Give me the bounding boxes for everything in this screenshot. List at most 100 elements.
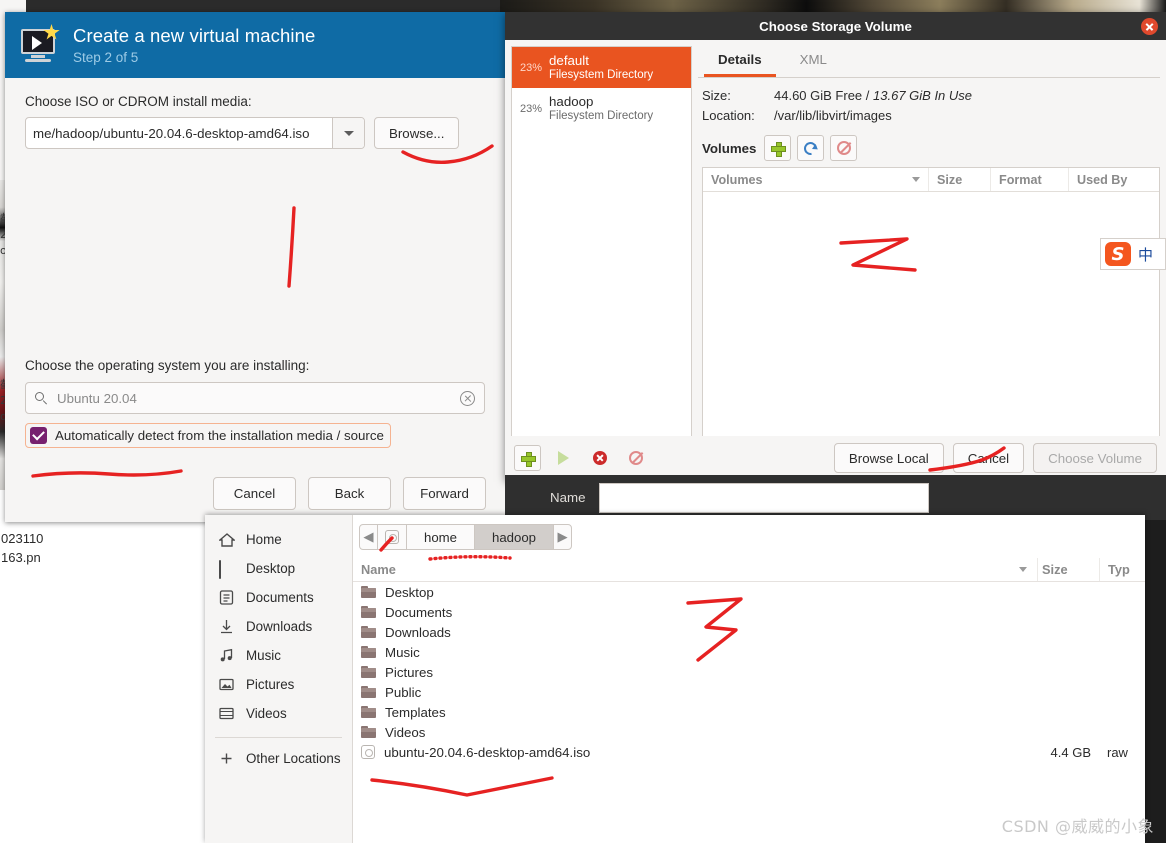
breadcrumb-home[interactable]: home bbox=[406, 524, 475, 550]
list-item[interactable]: Documents bbox=[353, 602, 1145, 622]
add-volume-button[interactable] bbox=[764, 135, 791, 161]
downloads-icon bbox=[219, 619, 235, 634]
column-header-used-by[interactable]: Used By bbox=[1069, 168, 1159, 191]
size-row: Size: 44.60 GiB Free / 13.67 GiB In Use bbox=[702, 88, 1160, 103]
back-arrow-icon[interactable]: ◀ bbox=[359, 524, 378, 550]
tab-xml[interactable]: XML bbox=[786, 46, 841, 77]
column-label: Name bbox=[361, 562, 396, 577]
sidebar-item-label: Documents bbox=[246, 590, 314, 605]
chevron-down-icon bbox=[344, 131, 354, 136]
pool-type: Filesystem Directory bbox=[549, 68, 653, 82]
column-header-volumes[interactable]: Volumes bbox=[703, 168, 929, 191]
list-item[interactable]: ubuntu-20.04.6-desktop-amd64.iso 4.4 GB … bbox=[353, 742, 1145, 762]
size-label: Size: bbox=[702, 88, 774, 103]
autodetect-label: Automatically detect from the installati… bbox=[55, 428, 384, 443]
column-header-name[interactable]: Name bbox=[353, 562, 1037, 577]
sidebar-item-other-locations[interactable]: Other Locations bbox=[205, 744, 352, 773]
delete-pool-button[interactable] bbox=[622, 445, 649, 471]
disc-icon[interactable] bbox=[377, 524, 407, 550]
sidebar-item-pictures[interactable]: Pictures bbox=[205, 670, 352, 699]
column-header-type[interactable]: Typ bbox=[1099, 558, 1145, 581]
tab-details[interactable]: Details bbox=[704, 46, 776, 77]
close-icon[interactable] bbox=[1141, 18, 1158, 35]
sidebar-item-desktop[interactable]: Desktop bbox=[205, 554, 352, 583]
location-value: /var/lib/libvirt/images bbox=[774, 108, 892, 123]
list-item[interactable]: Pictures bbox=[353, 662, 1145, 682]
location-row: Location: /var/lib/libvirt/images bbox=[702, 108, 1160, 123]
list-item[interactable]: Public bbox=[353, 682, 1145, 702]
column-header-format[interactable]: Format bbox=[991, 168, 1069, 191]
prohibited-icon bbox=[629, 451, 643, 465]
volumes-table: Volumes Size Format Used By bbox=[702, 167, 1160, 438]
search-icon bbox=[35, 392, 48, 405]
cancel-button[interactable]: Cancel bbox=[213, 477, 296, 510]
browse-button[interactable]: Browse... bbox=[374, 117, 459, 149]
wizard-header: Create a new virtual machine Step 2 of 5 bbox=[5, 12, 505, 78]
wizard-body: Choose ISO or CDROM install media: me/ha… bbox=[5, 78, 505, 522]
autodetect-checkbox-row[interactable]: Automatically detect from the installati… bbox=[25, 423, 391, 448]
os-search-value[interactable]: Ubuntu 20.04 bbox=[57, 391, 451, 406]
list-item[interactable]: Videos bbox=[353, 722, 1145, 742]
list-item[interactable]: Downloads bbox=[353, 622, 1145, 642]
name-field-bar: Name bbox=[505, 475, 1166, 520]
file-name: Public bbox=[385, 685, 421, 700]
ime-mode-label[interactable]: 中 bbox=[1138, 244, 1153, 265]
stop-pool-button[interactable] bbox=[586, 445, 613, 471]
folder-icon bbox=[361, 686, 376, 698]
plus-icon bbox=[771, 142, 784, 155]
name-input[interactable] bbox=[599, 483, 929, 513]
sort-descending-icon bbox=[1019, 567, 1027, 572]
sidebar-item-label: Desktop bbox=[246, 561, 295, 576]
videos-icon bbox=[219, 706, 235, 721]
stop-icon bbox=[593, 451, 607, 465]
sogou-ime-indicator[interactable]: S 中 bbox=[1100, 238, 1166, 270]
os-search-input[interactable]: Ubuntu 20.04 bbox=[25, 382, 485, 414]
iso-dropdown-button[interactable] bbox=[332, 118, 364, 148]
file-name: Music bbox=[385, 645, 420, 660]
location-label: Location: bbox=[702, 108, 774, 123]
file-list: Desktop Documents Downloads bbox=[353, 582, 1145, 762]
os-choose-label: Choose the operating system you are inst… bbox=[25, 358, 485, 373]
list-item[interactable]: Templates bbox=[353, 702, 1145, 722]
iso-path-value[interactable]: me/hadoop/ubuntu-20.04.6-desktop-amd64.i… bbox=[26, 118, 332, 148]
sidebar-item-music[interactable]: Music bbox=[205, 641, 352, 670]
csdn-watermark: CSDN @威威的小象 bbox=[1002, 813, 1154, 837]
list-item[interactable]: Desktop bbox=[353, 582, 1145, 602]
pool-usage-percent: 23% bbox=[520, 103, 542, 115]
sidebar-item-home[interactable]: Home bbox=[205, 525, 352, 554]
column-header-size[interactable]: Size bbox=[929, 168, 991, 191]
cancel-button[interactable]: Cancel bbox=[953, 443, 1024, 473]
plus-icon bbox=[219, 751, 235, 766]
delete-volume-button[interactable] bbox=[830, 135, 857, 161]
pool-item-hadoop[interactable]: 23% hadoop Filesystem Directory bbox=[512, 88, 691, 129]
dialog-body: 23% default Filesystem Directory 23% had… bbox=[505, 40, 1166, 444]
sidebar-item-downloads[interactable]: Downloads bbox=[205, 612, 352, 641]
iso-path-combobox[interactable]: me/hadoop/ubuntu-20.04.6-desktop-amd64.i… bbox=[25, 117, 365, 149]
autodetect-checkbox[interactable] bbox=[30, 427, 47, 444]
sort-descending-icon bbox=[912, 177, 920, 182]
file-chooser-sidebar: Home Desktop Documents Downloads bbox=[205, 515, 353, 843]
clear-icon[interactable] bbox=[460, 391, 475, 406]
breadcrumb-hadoop[interactable]: hadoop bbox=[474, 524, 554, 550]
add-pool-button[interactable] bbox=[514, 445, 541, 471]
forward-button[interactable]: Forward bbox=[403, 477, 486, 510]
list-item[interactable]: Music bbox=[353, 642, 1145, 662]
sidebar-item-videos[interactable]: Videos bbox=[205, 699, 352, 728]
start-pool-button[interactable] bbox=[550, 445, 577, 471]
refresh-volumes-button[interactable] bbox=[797, 135, 824, 161]
back-button[interactable]: Back bbox=[308, 477, 391, 510]
storage-pool-list: 23% default Filesystem Directory 23% had… bbox=[512, 47, 691, 437]
sidebar-item-documents[interactable]: Documents bbox=[205, 583, 352, 612]
forward-arrow-icon[interactable]: ▶ bbox=[553, 524, 572, 550]
choose-volume-button[interactable]: Choose Volume bbox=[1033, 443, 1157, 473]
sidebar-divider bbox=[215, 737, 342, 738]
browse-local-button[interactable]: Browse Local bbox=[834, 443, 944, 473]
size-used-value: 13.67 GiB In Use bbox=[873, 88, 972, 103]
pictures-icon bbox=[219, 677, 235, 692]
wizard-step-label: Step 2 of 5 bbox=[73, 50, 315, 65]
column-header-size[interactable]: Size bbox=[1037, 558, 1099, 581]
storage-pool-panel: 23% default Filesystem Directory 23% had… bbox=[511, 46, 692, 438]
pool-item-default[interactable]: 23% default Filesystem Directory bbox=[512, 47, 691, 88]
iso-media-row: me/hadoop/ubuntu-20.04.6-desktop-amd64.i… bbox=[25, 117, 485, 149]
plus-icon bbox=[521, 452, 534, 465]
